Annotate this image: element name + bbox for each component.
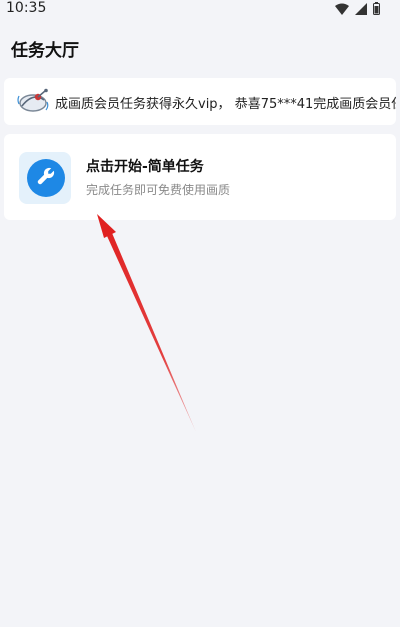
status-time: 10:35 <box>6 0 47 16</box>
page-title: 任务大厅 <box>11 41 79 61</box>
wrench-icon <box>35 165 57 191</box>
notice-text: 成画质会员任务获得永久vip， 恭喜75***41完成画质会员任 <box>55 97 396 112</box>
battery-icon <box>373 2 380 15</box>
status-icons <box>335 2 380 15</box>
task-icon-circle <box>27 159 65 197</box>
notice-bar[interactable]: 成画质会员任务获得永久vip， 恭喜75***41完成画质会员任 <box>4 78 396 125</box>
signal-icon <box>355 2 367 15</box>
satellite-announcement-icon <box>16 88 50 114</box>
wifi-icon <box>335 3 349 15</box>
task-icon-tile <box>19 152 71 204</box>
status-bar: 10:35 <box>0 0 400 22</box>
task-card-simple[interactable]: 点击开始-简单任务 完成任务即可免费使用画质 <box>4 134 396 220</box>
annotation-arrow-shaft <box>107 233 196 432</box>
task-title: 点击开始-简单任务 <box>86 159 204 175</box>
task-subtitle: 完成任务即可免费使用画质 <box>86 183 231 197</box>
